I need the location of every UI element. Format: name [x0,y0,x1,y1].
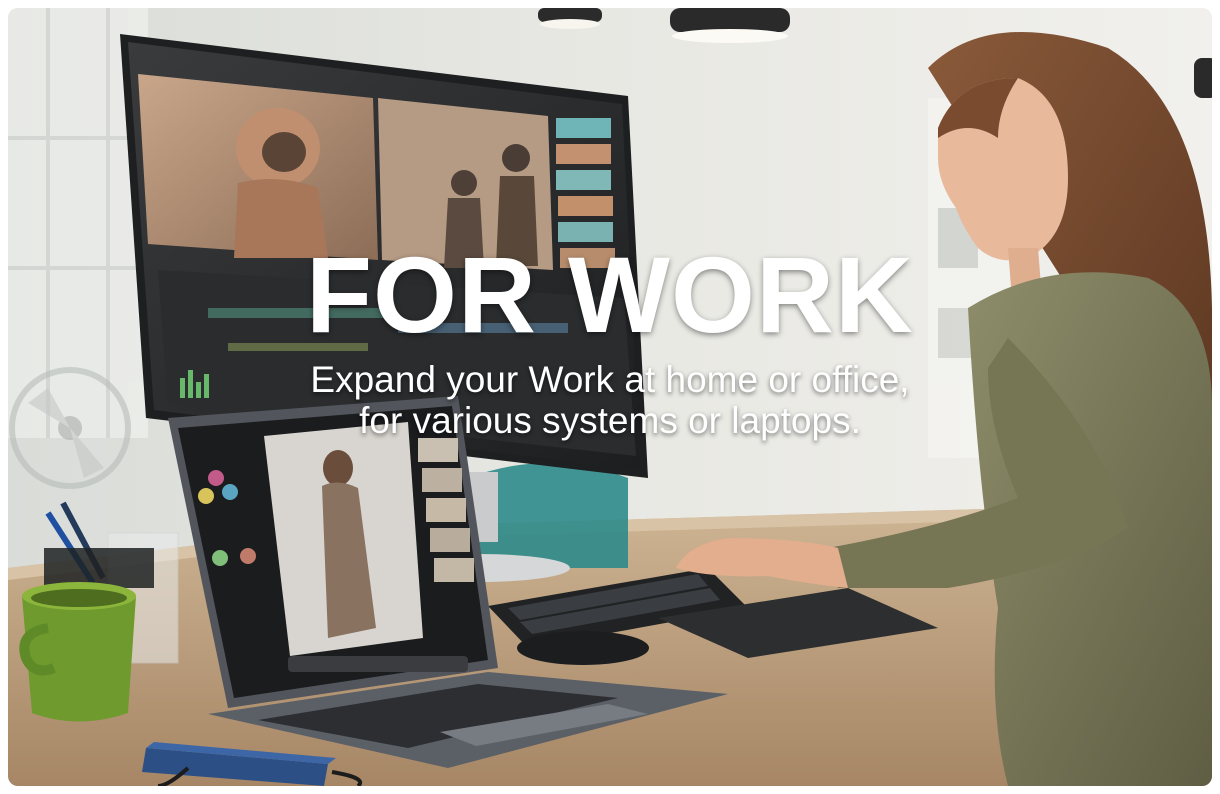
mouse-icon [517,631,649,665]
mug-icon [19,582,136,722]
subheadline-line-2: for various systems or laptops. [359,400,861,441]
headline: FOR WORK [306,234,914,355]
hero-banner: FOR WORK Expand your Work at home or off… [8,8,1212,786]
subheadline-line-1: Expand your Work at home or office, [310,359,910,400]
